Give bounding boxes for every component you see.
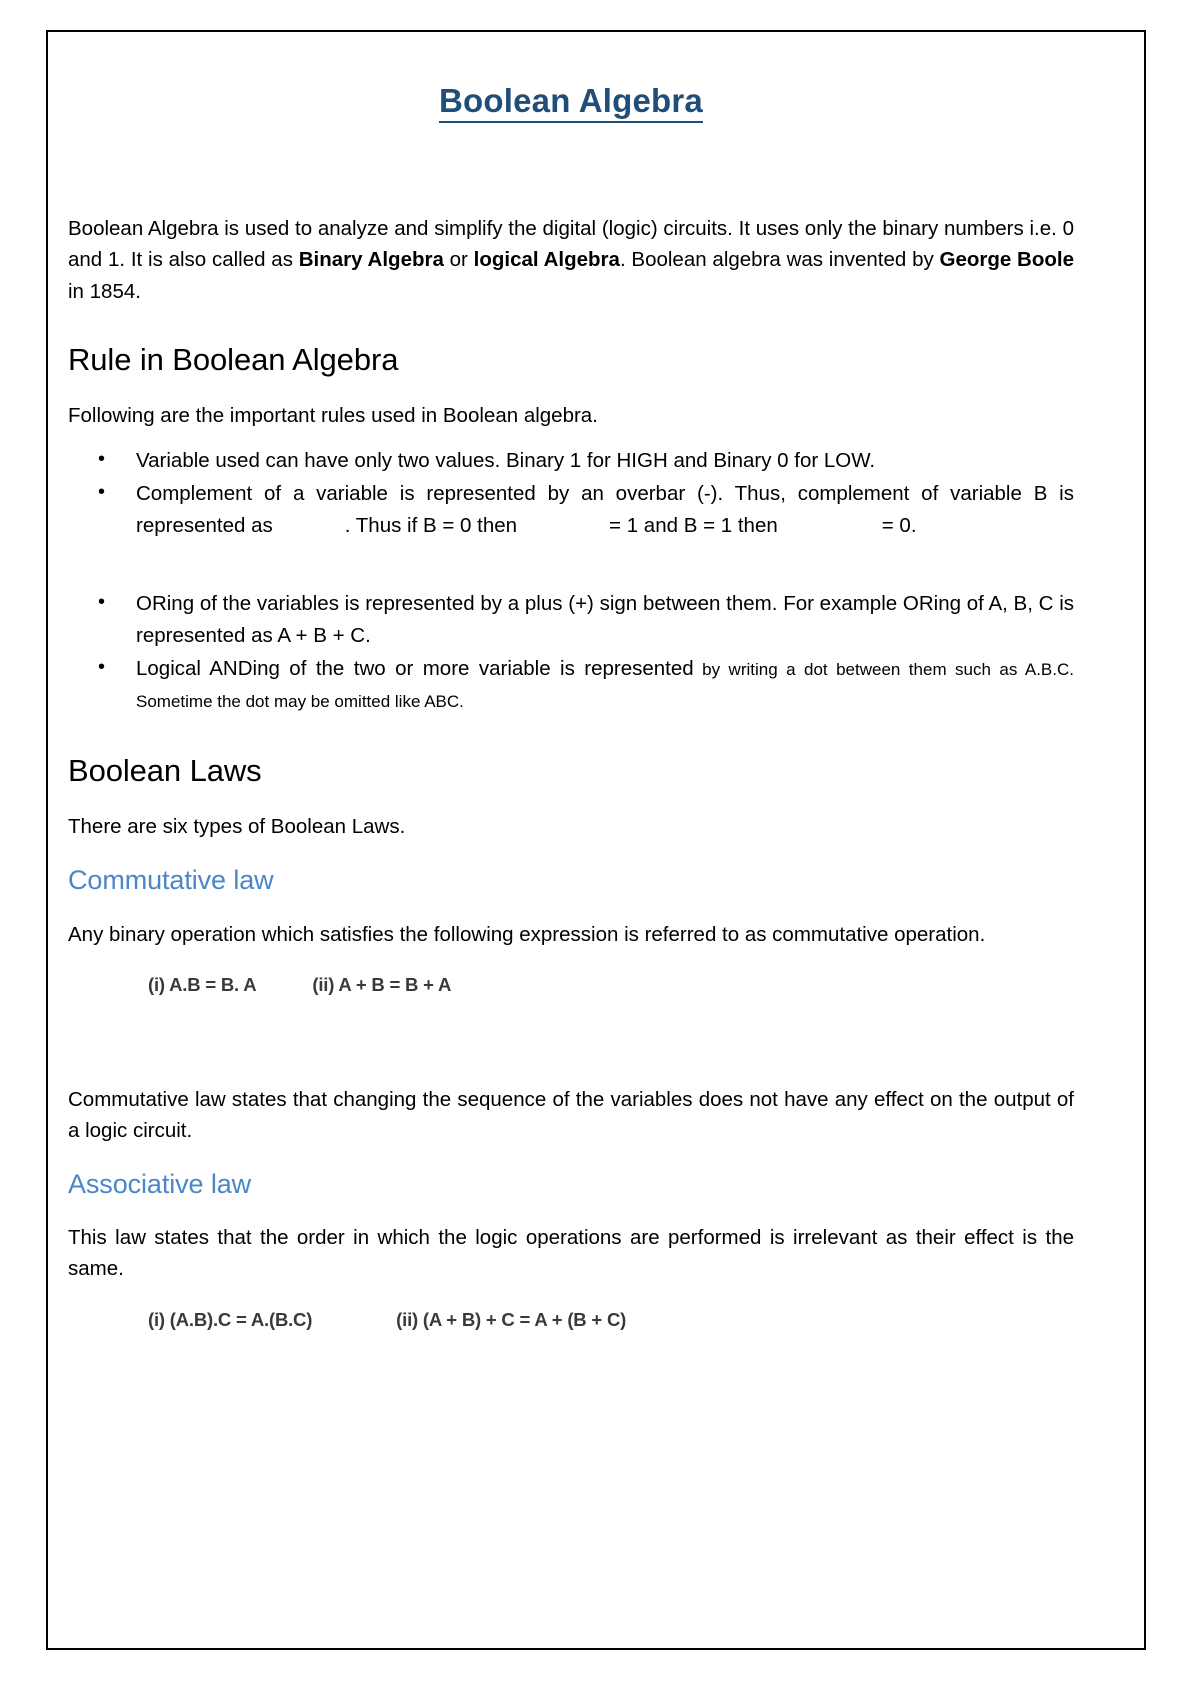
spacer-before-associative-heading [68, 1146, 1074, 1168]
heading-boolean-laws: Boolean Laws [68, 752, 262, 788]
bullet-complement-seg-4: = 0. [881, 514, 917, 537]
list-item: • Variable used can have only two values… [68, 445, 1074, 477]
heading-associative-law: Associative law [68, 1168, 252, 1199]
commutative-closing-paragraph: Commutative law states that changing the… [68, 1087, 1074, 1142]
bullet-complement-seg-2: . Thus if B = 0 then [344, 514, 518, 537]
rule-lead-paragraph: Following are the important rules used i… [68, 403, 598, 427]
bullet-dot-icon: • [98, 448, 106, 471]
intro-part-2: or [443, 248, 474, 272]
heading-commutative-law: Commutative law [68, 865, 274, 896]
spacer-after-commutative-formulas [68, 998, 1074, 1084]
associative-intro-paragraph: This law states that the order in which … [68, 1226, 1074, 1281]
rule-bullet-list: • Variable used can have only two values… [68, 445, 1074, 717]
bullet-complement-seg-1: Complement of a variable is represented … [136, 482, 1074, 537]
page-title-text: Boolean Algebra [439, 82, 703, 123]
commutative-formula-row: (i) A.B = B. A (ii) A + B = B + A [68, 972, 1074, 998]
list-item: • Complement of a variable is represente… [68, 478, 1074, 542]
heading-rule-in-boolean-algebra: Rule in Boolean Algebra [68, 341, 399, 377]
bullet-anding-text-large: Logical ANDing of the two or more variab… [136, 656, 694, 680]
intro-paragraph: Boolean Algebra is used to analyze and s… [68, 213, 1074, 306]
intro-bold-binary-algebra: Binary Algebra [298, 248, 444, 272]
spacer-after-rule-heading [68, 378, 1074, 400]
spacer-before-rule-bullets [68, 431, 1074, 445]
spacer-before-laws-heading [68, 718, 1074, 752]
page-title: Boolean Algebra [68, 80, 1074, 123]
spacer-after-laws-heading [68, 789, 1074, 811]
spacer-after-associative-heading [68, 1200, 1074, 1222]
intro-bold-george-boole: George Boole [939, 248, 1075, 272]
intro-part-3: . Boolean algebra was invented by [619, 248, 940, 272]
document-content: Boolean Algebra Boolean Algebra is used … [68, 58, 1074, 1333]
commutative-intro-paragraph: Any binary operation which satisfies the… [68, 922, 986, 946]
bullet-oring-text: ORing of the variables is represented by… [136, 591, 1074, 647]
spacer-before-rule-heading [68, 307, 1074, 341]
spacer-before-associative-formulas [68, 1285, 1074, 1307]
spacer-before-commutative-heading [68, 842, 1074, 864]
list-item: • ORing of the variables is represented … [68, 588, 1074, 652]
spacer-before-commutative-formulas [68, 950, 1074, 972]
intro-part-4: in 1854. [68, 279, 141, 303]
commutative-formula-ii: (ii) A + B = B + A [312, 973, 452, 995]
associative-formula-ii: (ii) (A + B) + C = A + (B + C) [396, 1308, 627, 1330]
spacer-after-title [68, 121, 1074, 213]
laws-lead-paragraph: There are six types of Boolean Laws. [68, 815, 406, 839]
bullet-dot-icon: • [98, 590, 106, 613]
bullet-variable-values-text: Variable used can have only two values. … [136, 449, 876, 473]
spacer-after-commutative-heading [68, 897, 1074, 919]
bullet-dot-icon: • [98, 655, 106, 678]
bullet-dot-icon: • [98, 481, 106, 504]
intro-bold-logical-algebra: logical Algebra [473, 248, 620, 272]
bullet-complement-seg-3: = 1 and B = 1 then [609, 514, 778, 537]
document-page: Boolean Algebra Boolean Algebra is used … [0, 0, 1200, 1698]
list-item: • Logical ANDing of the two or more vari… [68, 653, 1074, 717]
associative-formula-i: (i) (A.B).C = A.(B.C) [148, 1308, 313, 1330]
associative-formula-row: (i) (A.B).C = A.(B.C) (ii) (A + B) + C = … [68, 1307, 1074, 1333]
commutative-formula-i: (i) A.B = B. A [148, 973, 257, 995]
